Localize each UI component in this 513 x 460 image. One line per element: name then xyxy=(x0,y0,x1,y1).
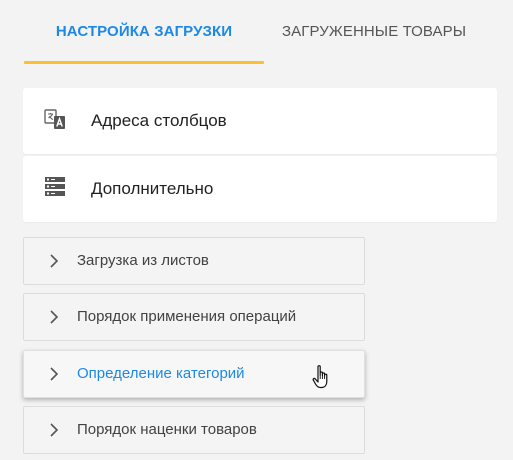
tab-upload-settings[interactable]: НАСТРОЙКА ЗАГРУЗКИ xyxy=(24,0,264,64)
panel-operations-order[interactable]: Порядок применения операций xyxy=(23,293,365,341)
card-label: Адреса столбцов xyxy=(91,111,227,130)
panel-label: Порядок наценки товаров xyxy=(77,421,257,438)
panel-label: Определение категорий xyxy=(77,365,245,382)
chevron-right-icon xyxy=(46,308,62,326)
tab-bar: НАСТРОЙКА ЗАГРУЗКИ ЗАГРУЖЕННЫЕ ТОВАРЫ xyxy=(24,0,513,64)
translate-icon xyxy=(44,108,66,130)
panel-label: Загрузка из листов xyxy=(77,252,209,269)
panel-markup-order[interactable]: Порядок наценки товаров xyxy=(23,406,365,454)
tab-uploaded-goods[interactable]: ЗАГРУЖЕННЫЕ ТОВАРЫ xyxy=(264,0,513,64)
panel-label: Порядок применения операций xyxy=(77,308,297,325)
column-addresses-card[interactable]: Адреса столбцов xyxy=(23,88,497,154)
chevron-right-icon xyxy=(46,365,62,383)
storage-icon xyxy=(44,176,66,198)
hand-pointer-icon xyxy=(311,364,333,390)
additional-card[interactable]: Дополнительно xyxy=(23,156,497,222)
panel-sheet-loading[interactable]: Загрузка из листов xyxy=(23,237,365,285)
chevron-right-icon xyxy=(46,421,62,439)
card-label: Дополнительно xyxy=(91,179,214,198)
chevron-right-icon xyxy=(46,252,62,270)
active-tab-indicator xyxy=(24,61,264,64)
